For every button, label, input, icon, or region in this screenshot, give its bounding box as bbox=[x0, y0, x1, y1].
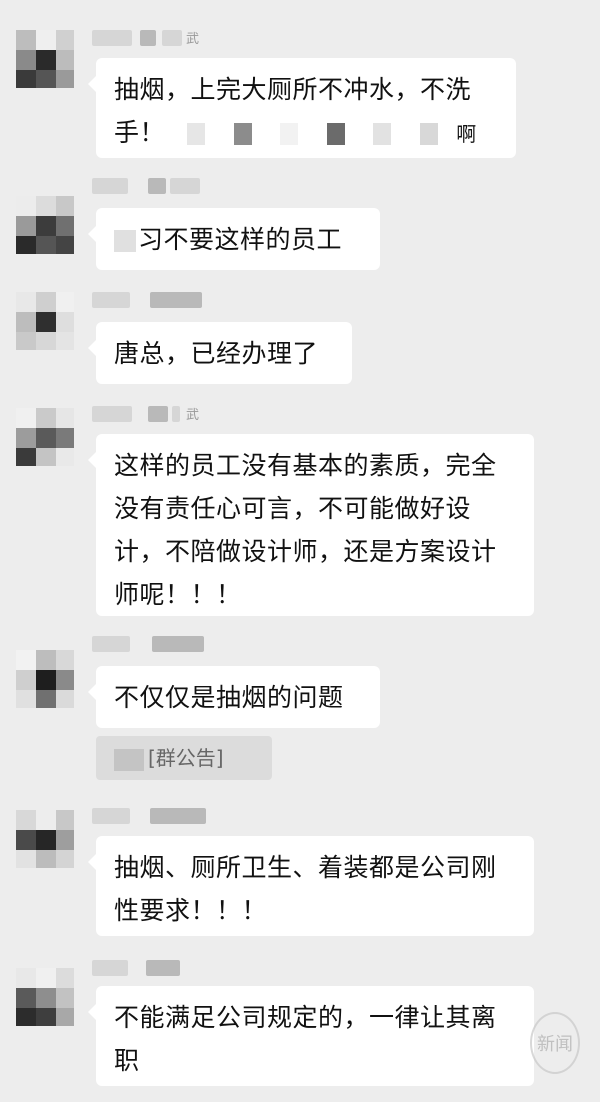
avatar[interactable] bbox=[16, 968, 74, 1026]
sender-name-tail: 武 bbox=[186, 32, 200, 47]
message-line: 这样的员工没有基本的素质，完全 bbox=[114, 451, 497, 480]
avatar[interactable] bbox=[16, 408, 74, 466]
sender-name bbox=[92, 958, 212, 978]
avatar[interactable] bbox=[16, 810, 74, 868]
group-notice[interactable]: [群公告] bbox=[96, 736, 272, 780]
message-bubble[interactable]: 抽烟，上完大厕所不冲水，不洗 手！ 啊 bbox=[88, 58, 516, 158]
sender-name bbox=[92, 806, 212, 826]
avatar[interactable] bbox=[16, 30, 74, 88]
trailing-char: 啊 bbox=[456, 122, 477, 146]
sender-name: 武 bbox=[92, 28, 212, 48]
notice-label: [群公告] bbox=[148, 746, 224, 770]
message-bubble[interactable]: 不能满足公司规定的，一律让其离 职 bbox=[88, 986, 534, 1086]
message-line: 不能满足公司规定的，一律让其离 bbox=[114, 1003, 497, 1032]
message-line: 师呢！！！ bbox=[114, 580, 242, 609]
sender-name: 武 bbox=[92, 404, 212, 424]
message-line: 职 bbox=[114, 1046, 140, 1075]
partial-char: 习 bbox=[138, 225, 164, 254]
message-bubble[interactable]: 不仅仅是抽烟的问题 bbox=[88, 666, 380, 728]
avatar[interactable] bbox=[16, 292, 74, 350]
notice-sender-blur bbox=[114, 748, 144, 771]
message-bubble[interactable]: 习不要这样的员工 bbox=[88, 208, 380, 270]
message-line: 手！ 啊 bbox=[114, 118, 477, 147]
message-line: 性要求！！！ bbox=[114, 896, 268, 925]
message-line: 抽烟，上完大厕所不冲水，不洗 bbox=[114, 75, 472, 104]
message-bubble[interactable]: 唐总，已经办理了 bbox=[88, 322, 352, 384]
message-line: 没有责任心可言，不可能做好设 bbox=[114, 494, 472, 523]
message-bubble[interactable]: 抽烟、厕所卫生、着装都是公司刚 性要求！！！ bbox=[88, 836, 534, 936]
message-line: 唐总，已经办理了 bbox=[114, 339, 319, 368]
message-line: 不仅仅是抽烟的问题 bbox=[114, 683, 344, 712]
news-watermark: 新闻 bbox=[530, 1012, 580, 1074]
sender-name-tail: 武 bbox=[186, 408, 200, 423]
sender-name bbox=[92, 290, 212, 310]
message-bubble[interactable]: 这样的员工没有基本的素质，完全 没有责任心可言，不可能做好设 计，不陪做设计师，… bbox=[88, 434, 534, 616]
message-line: 习不要这样的员工 bbox=[114, 218, 362, 261]
sender-name bbox=[92, 634, 212, 654]
sender-name bbox=[92, 176, 212, 196]
message-line: 抽烟、厕所卫生、着装都是公司刚 bbox=[114, 853, 497, 882]
avatar[interactable] bbox=[16, 650, 74, 708]
avatar[interactable] bbox=[16, 196, 74, 254]
message-line: 计，不陪做设计师，还是方案设计 bbox=[114, 537, 497, 566]
